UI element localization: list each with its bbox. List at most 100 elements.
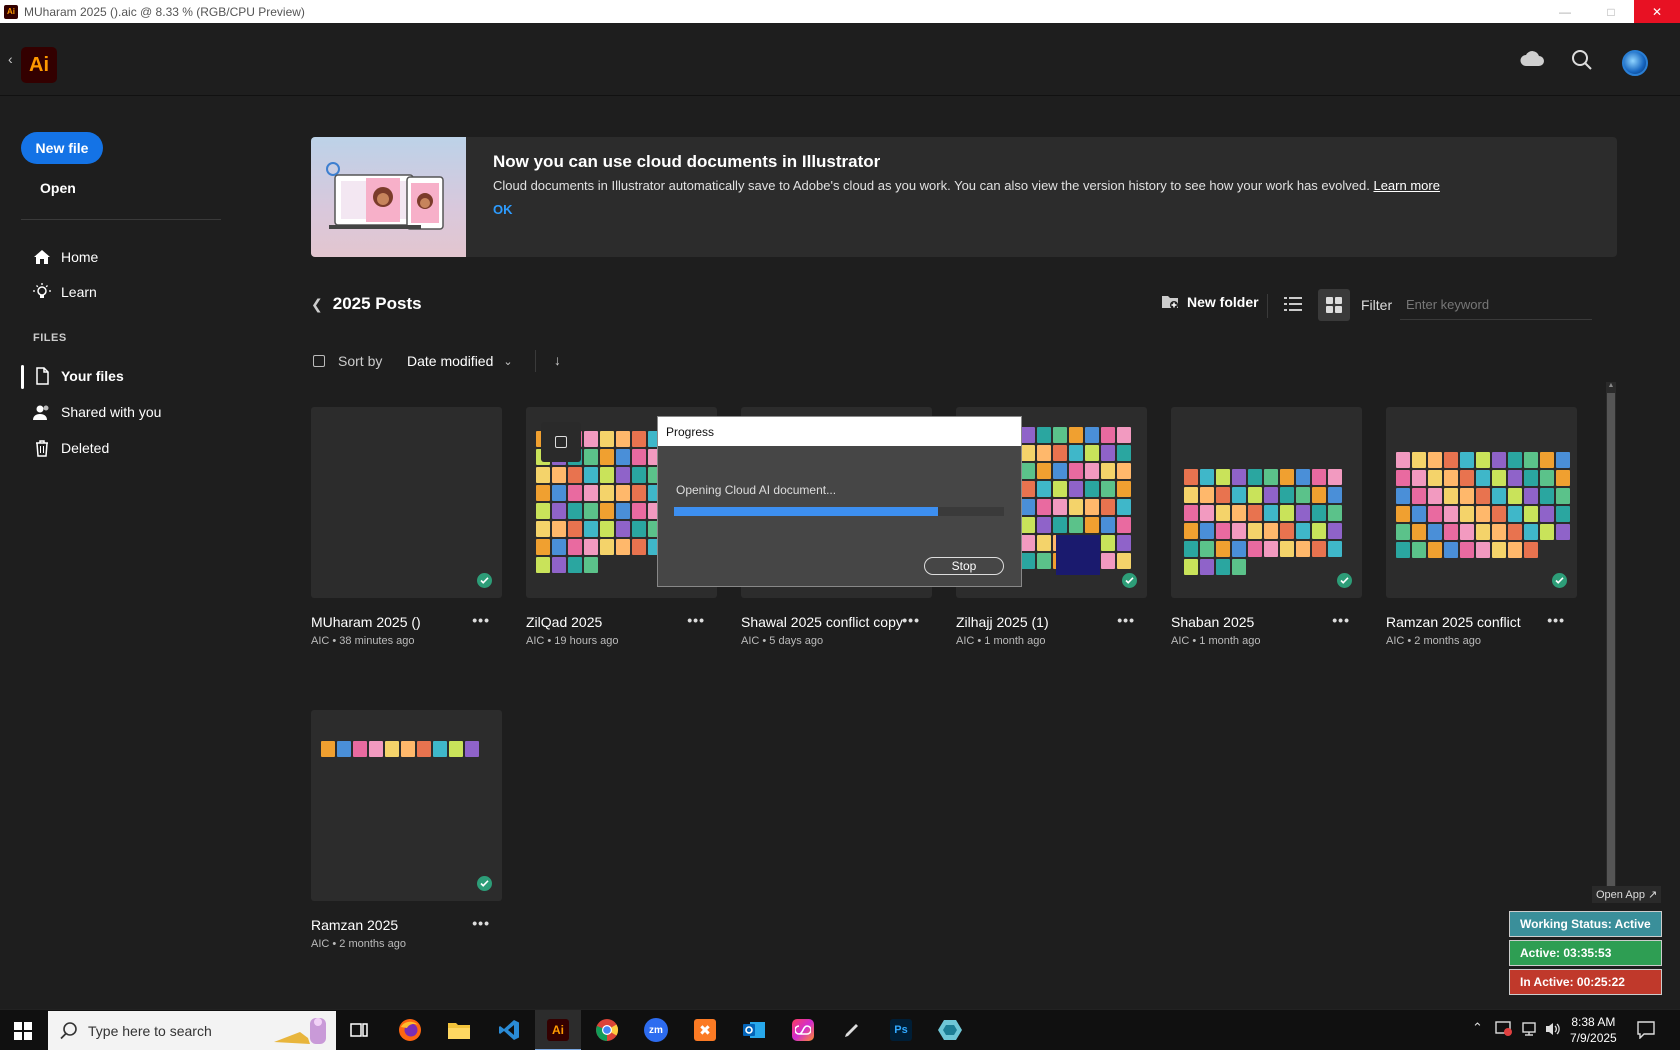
scroll-up-arrow-icon[interactable]: ▲ xyxy=(1606,382,1616,392)
learn-more-link[interactable]: Learn more xyxy=(1373,178,1439,193)
sidebar-item-learn[interactable]: Learn xyxy=(33,283,97,301)
maximize-button[interactable]: □ xyxy=(1588,0,1634,23)
filter-input[interactable] xyxy=(1400,290,1592,320)
sort-label: Sort by xyxy=(338,353,383,369)
select-all-checkbox[interactable] xyxy=(313,355,325,367)
list-view-icon[interactable] xyxy=(1284,295,1302,318)
thumbnail-tile xyxy=(1444,470,1458,486)
thumbnail-tile xyxy=(1085,427,1099,443)
sidebar-item-home[interactable]: Home xyxy=(33,248,98,266)
progress-title: Progress xyxy=(658,417,1021,446)
thumbnail-tile xyxy=(1540,488,1554,504)
thumbnail-tile xyxy=(1053,481,1067,497)
thumbnail-tile xyxy=(1328,487,1342,503)
grid-view-button[interactable] xyxy=(1318,289,1350,321)
folder-breadcrumb: ❮ 2025 Posts xyxy=(311,294,422,314)
sort-direction-arrow-icon[interactable]: ↓ xyxy=(554,352,561,368)
file-thumbnail[interactable] xyxy=(311,710,502,901)
sidebar-item-shared[interactable]: Shared with you xyxy=(33,403,161,421)
network-icon[interactable] xyxy=(1520,1021,1538,1040)
volume-icon[interactable] xyxy=(1544,1021,1562,1040)
file-card[interactable]: Ramzan 2025 conflict AIC • 2 months ago … xyxy=(1386,407,1577,647)
more-options-icon[interactable]: ••• xyxy=(1117,612,1135,628)
new-folder-button[interactable]: New folder xyxy=(1161,294,1259,310)
stop-button[interactable]: Stop xyxy=(924,557,1004,575)
thumbnail-tile xyxy=(584,431,598,447)
thumbnail-tile xyxy=(1248,487,1262,503)
defender-icon[interactable] xyxy=(1495,1021,1513,1040)
cloud-icon[interactable] xyxy=(1519,49,1545,74)
file-select-checkbox[interactable] xyxy=(541,422,581,462)
open-app-link[interactable]: Open App ↗ xyxy=(1592,886,1662,903)
thumbnail-tile xyxy=(1216,559,1230,575)
file-explorer-icon[interactable] xyxy=(444,1015,474,1045)
minimize-button[interactable]: — xyxy=(1542,0,1588,23)
search-icon[interactable] xyxy=(1571,49,1593,76)
banner-body: Cloud documents in Illustrator automatic… xyxy=(493,178,1370,193)
xampp-icon[interactable]: ✖ xyxy=(690,1015,720,1045)
zoom-icon[interactable]: zm xyxy=(641,1015,671,1045)
chrome-icon[interactable] xyxy=(592,1015,622,1045)
illustrator-icon[interactable]: Ai xyxy=(543,1015,573,1045)
sidebar-item-your-files[interactable]: Your files xyxy=(33,367,124,385)
open-button[interactable]: Open xyxy=(40,180,76,196)
banner-text: Cloud documents in Illustrator automatic… xyxy=(493,178,1440,193)
photoshop-icon[interactable]: Ps xyxy=(886,1015,916,1045)
thumbnail-tile xyxy=(568,557,582,573)
file-thumbnail[interactable] xyxy=(311,407,502,598)
close-button[interactable]: ✕ xyxy=(1634,0,1680,23)
file-card[interactable]: Shaban 2025 AIC • 1 month ago ••• xyxy=(1171,407,1362,647)
more-options-icon[interactable]: ••• xyxy=(1332,612,1350,628)
banner-ok-button[interactable]: OK xyxy=(493,202,513,217)
more-options-icon[interactable]: ••• xyxy=(1547,612,1565,628)
avatar[interactable] xyxy=(1622,50,1648,76)
thumbnail-tile xyxy=(1476,470,1490,486)
thumbnail-tile xyxy=(1492,470,1506,486)
pen-icon[interactable] xyxy=(837,1015,867,1045)
more-options-icon[interactable]: ••• xyxy=(472,915,490,931)
thumbnail-tile xyxy=(1021,535,1035,551)
file-card[interactable]: Ramzan 2025 AIC • 2 months ago ••• xyxy=(311,710,502,950)
toolbar-divider xyxy=(1267,294,1268,318)
back-chevron-icon[interactable]: ‹ xyxy=(8,51,13,67)
illustrator-logo[interactable]: Ai xyxy=(21,47,57,83)
windows-start-icon[interactable] xyxy=(14,1022,32,1045)
thumbnail-tile xyxy=(1248,505,1262,521)
search-icon xyxy=(60,1022,77,1040)
new-file-button[interactable]: New file xyxy=(21,132,103,164)
sidebar-item-deleted[interactable]: Deleted xyxy=(33,439,109,457)
sort-dropdown[interactable]: Date modified ⌄ xyxy=(407,353,513,369)
show-hidden-icons-chevron-icon[interactable]: ⌃ xyxy=(1472,1020,1483,1036)
more-options-icon[interactable]: ••• xyxy=(472,612,490,628)
thumbnail-tile xyxy=(1412,488,1426,504)
file-meta: AIC • 1 month ago xyxy=(1171,635,1261,647)
new-folder-label: New folder xyxy=(1187,294,1259,310)
taskbar-search-box[interactable]: Type here to search xyxy=(48,1011,336,1050)
thumbnail-tile xyxy=(1556,488,1570,504)
file-meta: AIC • 1 month ago xyxy=(956,635,1046,647)
thumbnail-tile xyxy=(1296,505,1310,521)
thumbnail-tile xyxy=(1053,427,1067,443)
outlook-icon[interactable] xyxy=(739,1015,769,1045)
thumbnail-tile xyxy=(600,431,614,447)
thumbnail-tile xyxy=(568,539,582,555)
folder-back-chevron-icon[interactable]: ❮ xyxy=(311,296,323,313)
file-thumbnail[interactable] xyxy=(1386,407,1577,598)
more-options-icon[interactable]: ••• xyxy=(902,612,920,628)
thumbnail-tile xyxy=(1053,517,1067,533)
notifications-icon[interactable] xyxy=(1637,1021,1655,1042)
firefox-icon[interactable] xyxy=(395,1015,425,1045)
vscode-icon[interactable] xyxy=(494,1015,524,1045)
creative-cloud-icon[interactable] xyxy=(788,1015,818,1045)
file-card[interactable]: MUharam 2025 () AIC • 38 minutes ago ••• xyxy=(311,407,502,647)
thumbnail-tile xyxy=(600,503,614,519)
file-thumbnail[interactable] xyxy=(1171,407,1362,598)
folder-title: 2025 Posts xyxy=(332,294,422,313)
thumbnail-tile xyxy=(1312,505,1326,521)
task-view-icon[interactable] xyxy=(344,1015,374,1045)
taskbar-clock[interactable]: 8:38 AM 7/9/2025 xyxy=(1570,1014,1617,1046)
thumbnail-tile xyxy=(1200,559,1214,575)
scrollbar-thumb[interactable] xyxy=(1607,393,1615,893)
app-icon[interactable] xyxy=(935,1015,965,1045)
more-options-icon[interactable]: ••• xyxy=(687,612,705,628)
